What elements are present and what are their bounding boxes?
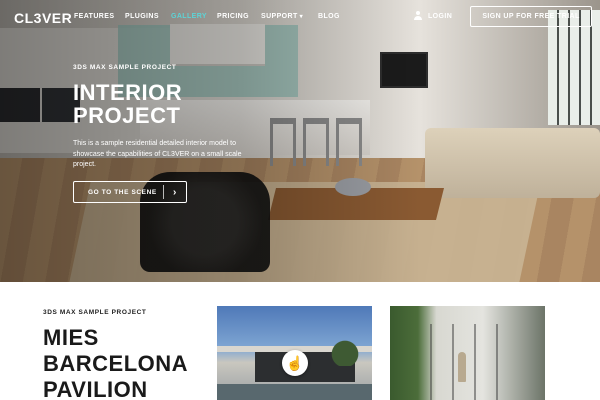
hero-section: CL3VER FEATURES PLUGINS GALLERY PRICING … [0, 0, 600, 282]
project-thumbnail-interior[interactable] [390, 306, 545, 400]
nav-link-pricing[interactable]: PRICING [217, 13, 249, 20]
chevron-right-icon: › [173, 186, 177, 198]
hero-eyebrow: 3DS MAX SAMPLE PROJECT [73, 64, 177, 71]
nav-link-plugins[interactable]: PLUGINS [125, 13, 159, 20]
top-navigation: CL3VER FEATURES PLUGINS GALLERY PRICING … [0, 0, 600, 34]
project-title: MIES BARCELONA PAVILION [43, 325, 188, 400]
go-to-scene-button[interactable]: GO TO THE SCENE › [73, 181, 187, 203]
hero-description: This is a sample residential detailed in… [73, 140, 242, 168]
login-link[interactable]: LOGIN [413, 11, 452, 21]
hero-title: INTERIOR PROJECT [73, 80, 183, 128]
hand-pointer-icon[interactable]: ☝ [282, 350, 308, 376]
go-to-scene-label: GO TO THE SCENE [88, 188, 157, 196]
nav-link-features[interactable]: FEATURES [74, 13, 114, 20]
project-eyebrow: 3DS MAX SAMPLE PROJECT [43, 309, 147, 316]
thumbnail-statue [458, 352, 466, 382]
thumbnail-pool [217, 384, 372, 400]
nav-link-gallery[interactable]: GALLERY [171, 13, 207, 20]
nav-link-support[interactable]: SUPPORT ▾ [261, 13, 303, 20]
user-icon [413, 11, 423, 21]
nav-link-support-label: SUPPORT [261, 13, 298, 20]
project-section: 3DS MAX SAMPLE PROJECT MIES BARCELONA PA… [0, 282, 600, 400]
nav-link-blog[interactable]: BLOG [318, 13, 340, 20]
signup-button[interactable]: SIGN UP FOR FREE TRIAL [470, 6, 592, 27]
chevron-down-icon: ▾ [299, 14, 304, 20]
logo[interactable]: CL3VER [14, 10, 72, 26]
login-label: LOGIN [428, 12, 453, 20]
project-thumbnail-exterior[interactable]: ☝ [217, 306, 372, 400]
thumbnail-trees [327, 336, 372, 366]
